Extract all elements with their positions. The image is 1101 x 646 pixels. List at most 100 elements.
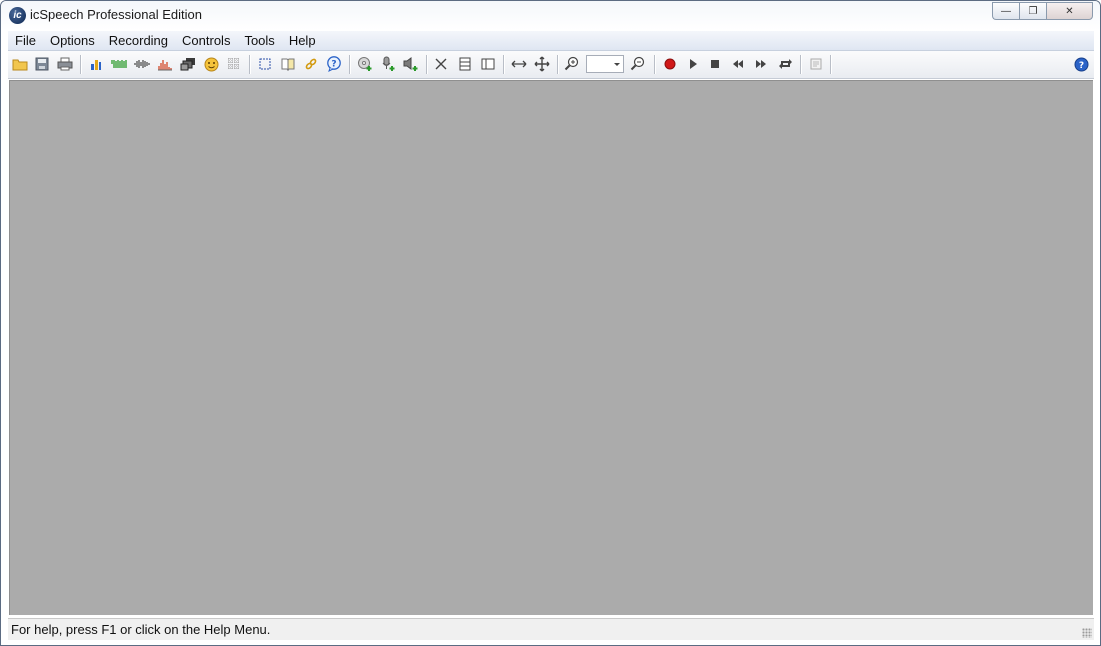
- fit-width-icon: [511, 60, 527, 68]
- toolbar-separator: [426, 55, 427, 74]
- minimize-button[interactable]: —: [992, 2, 1019, 20]
- notes-button[interactable]: [806, 54, 826, 74]
- fast-forward-icon: [756, 60, 766, 68]
- cut-button[interactable]: [431, 54, 451, 74]
- menu-recording[interactable]: Recording: [102, 31, 175, 50]
- smiley-button[interactable]: [201, 54, 221, 74]
- svg-text:?: ?: [1078, 61, 1083, 71]
- selection-button[interactable]: [255, 54, 275, 74]
- rewind-button[interactable]: [728, 54, 748, 74]
- zoom-level-combo[interactable]: [586, 55, 624, 73]
- windows-button[interactable]: [178, 54, 198, 74]
- app-window: ic icSpeech Professional Edition — ❐ ✕ F…: [0, 0, 1101, 646]
- folder-open-icon: [12, 59, 28, 71]
- move-icon: [534, 56, 550, 72]
- menu-help[interactable]: Help: [282, 31, 323, 50]
- toolbar-separator: [80, 55, 81, 74]
- rewind-icon: [733, 60, 743, 68]
- toolbar-separator: [557, 55, 558, 74]
- toolbar-separator: [249, 55, 250, 74]
- grid-button[interactable]: [224, 54, 244, 74]
- zoom-out-button[interactable]: [628, 54, 648, 74]
- help-icon: ?: [1074, 57, 1088, 71]
- zoom-out-icon: [630, 56, 645, 71]
- menu-bar: File Options Recording Controls Tools He…: [8, 31, 1094, 51]
- workspace-area[interactable]: [9, 80, 1093, 615]
- toolbar-separator: [800, 55, 801, 74]
- toolbar-separator: [654, 55, 655, 74]
- help-bubble-button[interactable]: ?: [324, 54, 344, 74]
- resize-grip-icon[interactable]: [1082, 628, 1092, 638]
- stop-button[interactable]: [705, 54, 725, 74]
- minimize-icon: —: [1001, 5, 1011, 17]
- bar-chart-icon: [91, 60, 101, 70]
- zoom-in-button[interactable]: [562, 54, 582, 74]
- play-button[interactable]: [683, 54, 703, 74]
- smiley-icon: [204, 57, 218, 71]
- menu-file[interactable]: File: [8, 31, 43, 50]
- bar-chart-button[interactable]: [86, 54, 106, 74]
- print-icon: [57, 57, 73, 71]
- record-icon: [664, 58, 676, 70]
- pitch-button[interactable]: [132, 54, 152, 74]
- record-button[interactable]: [660, 54, 680, 74]
- cd-add-button[interactable]: [355, 54, 375, 74]
- fast-forward-button[interactable]: [751, 54, 771, 74]
- menu-tools[interactable]: Tools: [237, 31, 281, 50]
- menu-options[interactable]: Options: [43, 31, 102, 50]
- toolbar-separator: [349, 55, 350, 74]
- status-bar: For help, press F1 or click on the Help …: [8, 618, 1094, 640]
- link-button[interactable]: [301, 54, 321, 74]
- cd-add-icon: [358, 57, 372, 71]
- waveform-button[interactable]: [109, 54, 129, 74]
- help-button[interactable]: ?: [1071, 54, 1091, 74]
- help-bubble-icon: ?: [327, 56, 341, 72]
- loop-icon: [778, 59, 792, 69]
- book-icon: [281, 58, 295, 71]
- fit-width-button[interactable]: [509, 54, 529, 74]
- menu-controls[interactable]: Controls: [175, 31, 237, 50]
- zoom-in-icon: [564, 56, 579, 71]
- toolbar-separator: [830, 55, 831, 74]
- mic-add-button[interactable]: [378, 54, 398, 74]
- move-button[interactable]: [532, 54, 552, 74]
- stop-icon: [711, 60, 719, 68]
- play-icon: [690, 59, 697, 69]
- grid-icon: [228, 58, 240, 70]
- spectrum-icon: [158, 60, 172, 71]
- speaker-add-icon: [403, 57, 418, 71]
- window-title: icSpeech Professional Edition: [30, 7, 202, 22]
- speaker-add-button[interactable]: [401, 54, 421, 74]
- pitch-icon: [134, 60, 150, 68]
- split-vertical-button[interactable]: [478, 54, 498, 74]
- split-vertical-icon: [481, 58, 495, 70]
- caption-buttons: — ❐ ✕: [992, 2, 1093, 21]
- link-icon: [305, 58, 317, 70]
- waveform-icon: [111, 60, 127, 68]
- open-button[interactable]: [10, 54, 30, 74]
- close-button[interactable]: ✕: [1046, 2, 1093, 20]
- print-button[interactable]: [55, 54, 75, 74]
- title-bar[interactable]: ic icSpeech Professional Edition — ❐ ✕: [1, 1, 1100, 30]
- chevron-down-icon: [614, 63, 620, 66]
- toolbar-separator: [503, 55, 504, 74]
- spectrum-button[interactable]: [155, 54, 175, 74]
- svg-text:?: ?: [331, 60, 336, 70]
- book-button[interactable]: [278, 54, 298, 74]
- save-icon: [35, 57, 49, 71]
- notes-icon: [810, 58, 822, 70]
- app-logo-icon[interactable]: ic: [9, 7, 26, 24]
- loop-button[interactable]: [775, 54, 795, 74]
- split-horizontal-button[interactable]: [455, 54, 475, 74]
- maximize-button[interactable]: ❐: [1019, 2, 1046, 20]
- split-horizontal-icon: [459, 57, 471, 71]
- status-text: For help, press F1 or click on the Help …: [11, 622, 271, 637]
- toolbar: ? ?: [8, 51, 1094, 79]
- save-button[interactable]: [32, 54, 52, 74]
- mic-add-icon: [382, 56, 395, 71]
- selection-icon: [259, 58, 271, 70]
- windows-icon: [180, 58, 195, 71]
- close-icon: ✕: [1065, 5, 1074, 17]
- cut-icon: [435, 58, 447, 70]
- maximize-icon: ❐: [1028, 5, 1038, 17]
